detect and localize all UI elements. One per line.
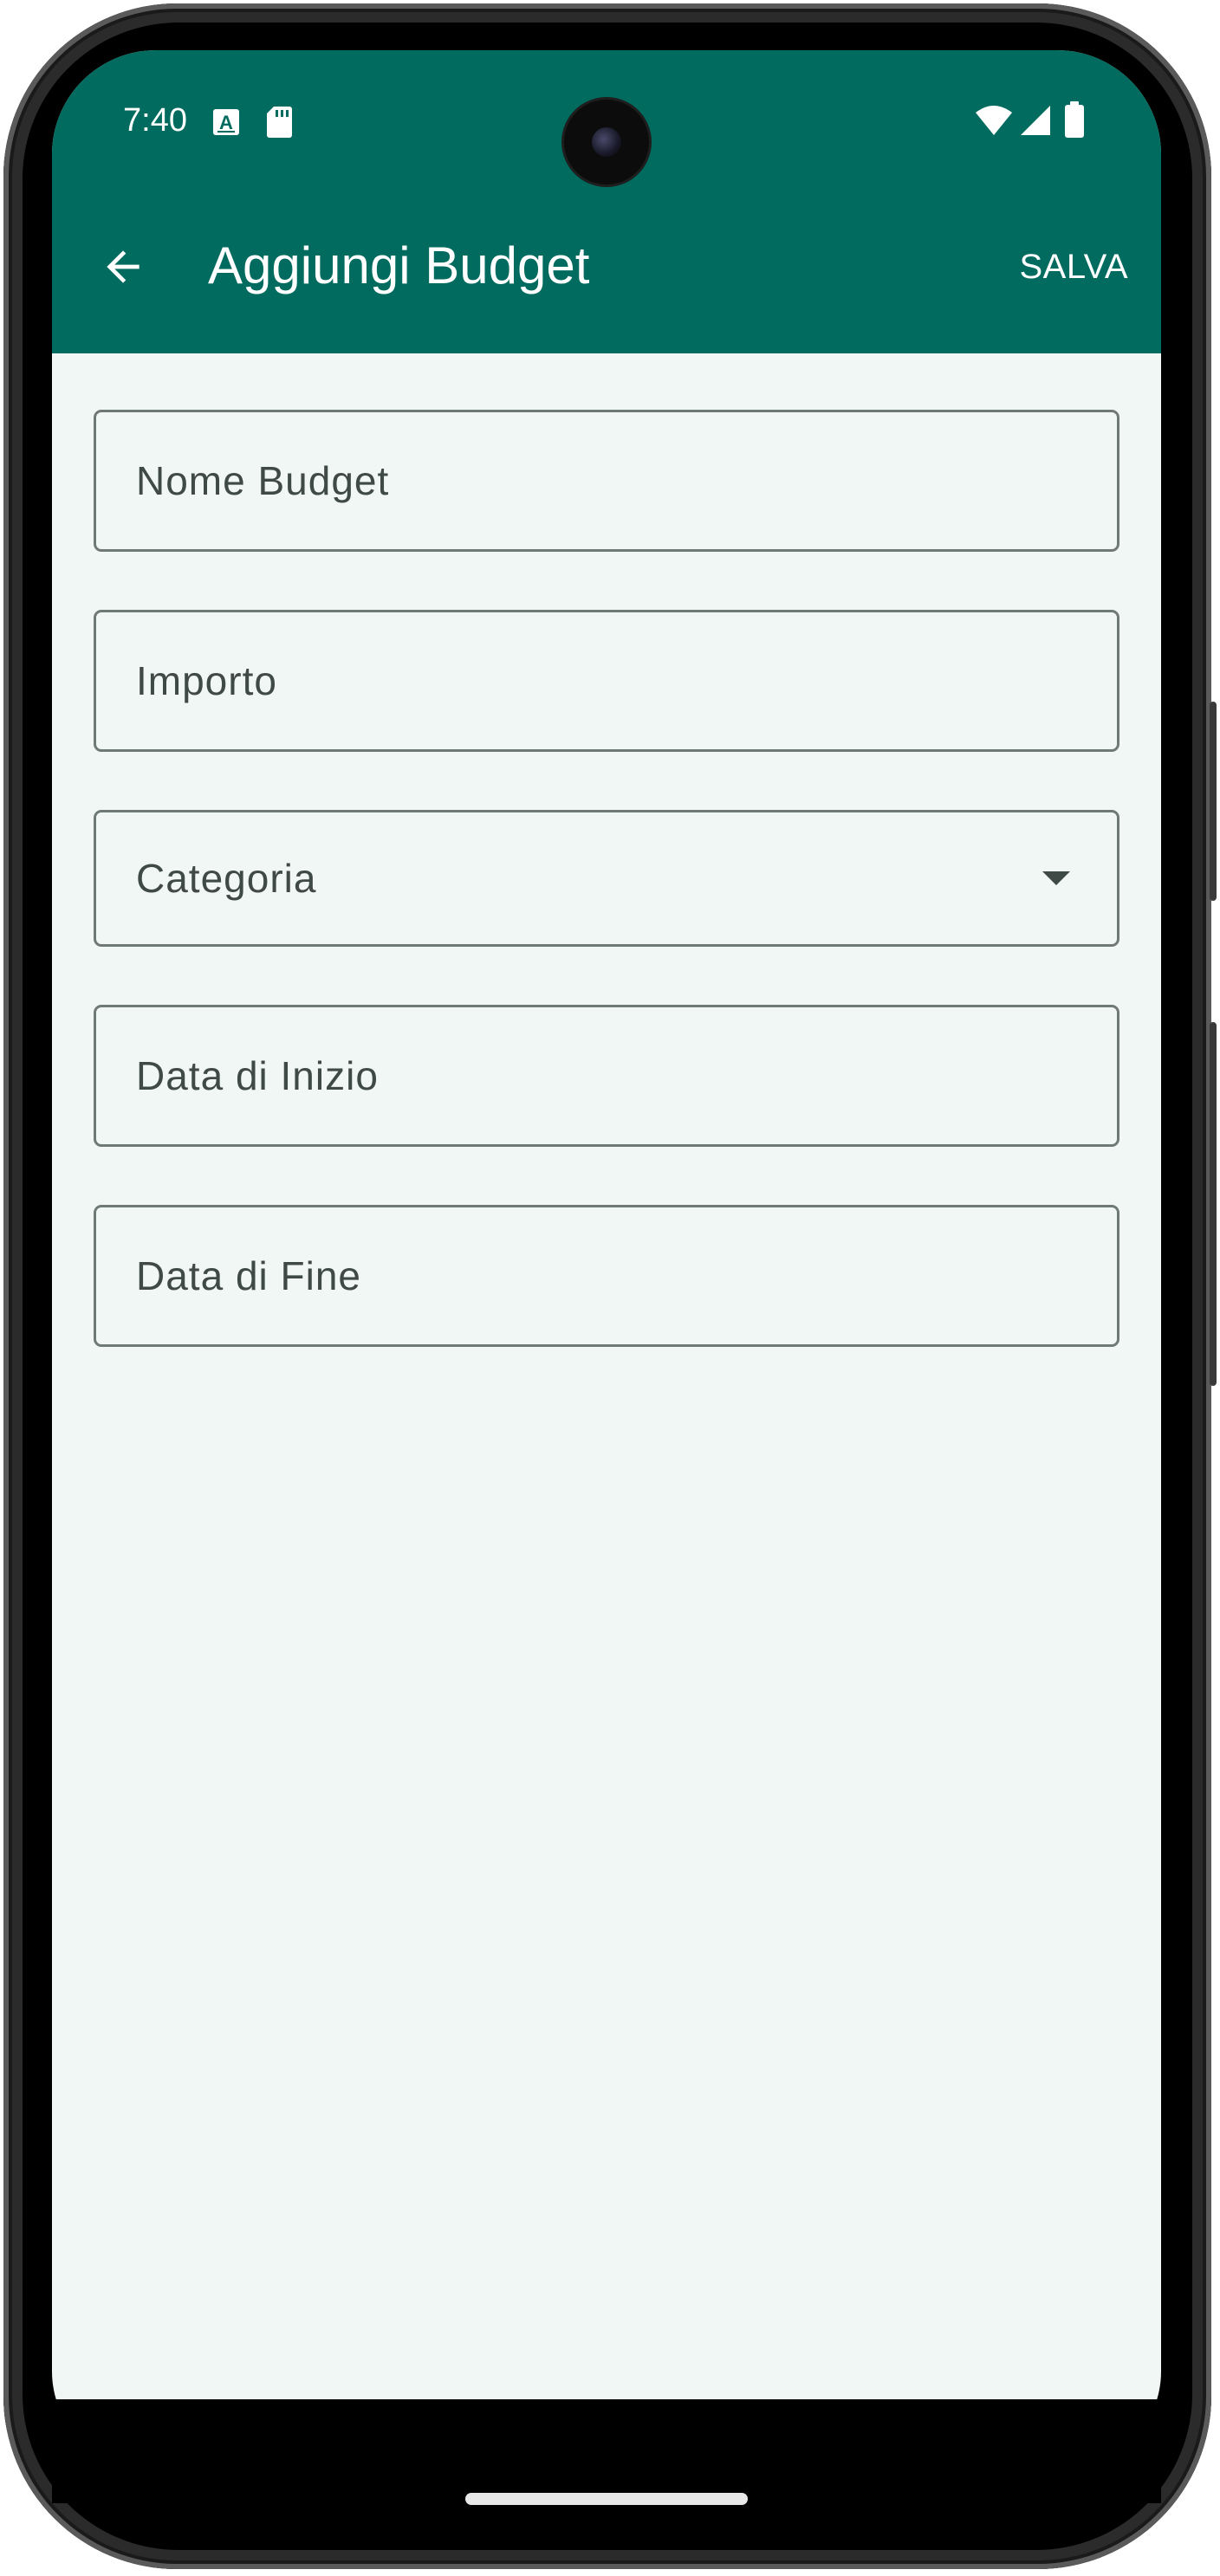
- toolbar: Aggiungi Budget SALVA: [52, 206, 1161, 323]
- status-time: 7:40: [123, 102, 187, 139]
- battery-icon: [1064, 100, 1085, 143]
- sd-card-icon: [265, 105, 293, 144]
- save-button[interactable]: SALVA: [1016, 241, 1132, 294]
- volume-button: [1210, 702, 1217, 901]
- amount-field[interactable]: Importo: [94, 610, 1119, 752]
- start-date-placeholder: Data di Inizio: [136, 1053, 379, 1098]
- end-date-field[interactable]: Data di Fine: [94, 1205, 1119, 1347]
- category-dropdown[interactable]: Categoria: [94, 810, 1119, 947]
- app-bar: 7:40 A Aggiungi Budget SALVA: [52, 50, 1161, 353]
- budget-name-placeholder: Nome Budget: [136, 458, 390, 503]
- navigation-area: [52, 2399, 1161, 2503]
- back-button[interactable]: [88, 232, 158, 301]
- cellular-signal-icon: [1019, 104, 1052, 141]
- budget-form: Nome Budget Importo Categoria Data di In…: [94, 410, 1119, 1405]
- front-camera: [564, 100, 649, 184]
- arrow-back-icon: [107, 250, 140, 283]
- power-button: [1210, 1022, 1217, 1386]
- page-title: Aggiungi Budget: [208, 236, 590, 294]
- screen: 7:40 A Aggiungi Budget SALVA Nome Budget…: [52, 50, 1161, 2467]
- start-date-field[interactable]: Data di Inizio: [94, 1005, 1119, 1147]
- amount-placeholder: Importo: [136, 658, 277, 703]
- category-placeholder: Categoria: [136, 856, 317, 901]
- end-date-placeholder: Data di Fine: [136, 1253, 362, 1298]
- camera-lens: [592, 127, 621, 157]
- svg-text:A: A: [219, 112, 233, 133]
- home-gesture-bar[interactable]: [465, 2493, 748, 2505]
- dropdown-arrow-icon: [1042, 871, 1070, 885]
- budget-name-field[interactable]: Nome Budget: [94, 410, 1119, 552]
- autofill-icon: A: [211, 107, 241, 141]
- wifi-icon: [975, 104, 1013, 141]
